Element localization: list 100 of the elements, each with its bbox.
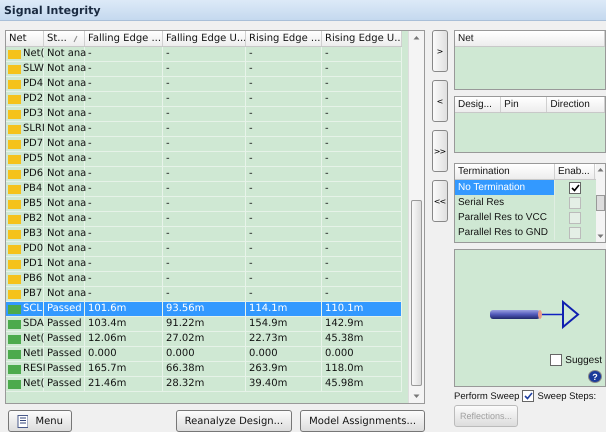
transfer-button[interactable]: > <box>432 30 448 72</box>
table-cell: - <box>88 227 92 241</box>
scroll-thumb[interactable] <box>596 195 605 211</box>
suggest-label: Suggest <box>565 354 602 366</box>
table-cell: Net( <box>23 377 44 391</box>
transfer-button[interactable]: < <box>432 80 448 122</box>
sort-icon <box>72 34 78 42</box>
table-row[interactable]: PB6 Not ana - - - - <box>6 272 402 287</box>
model-assignments-button[interactable]: Model Assignments... <box>300 410 425 432</box>
table-row[interactable]: PD3 Not ana - - - - <box>6 107 402 122</box>
table-row[interactable]: PB2 Not ana - - - - <box>6 212 402 227</box>
termination-option[interactable]: Serial Res <box>455 195 555 210</box>
table-row[interactable]: PD2 Not ana - - - - <box>6 92 402 107</box>
table-cell: Passed <box>47 362 82 376</box>
transfer-button[interactable]: << <box>432 180 448 222</box>
table-cell: - <box>166 167 170 181</box>
table-cell: - <box>249 137 253 151</box>
table-cell: - <box>88 257 92 271</box>
table-cell: - <box>88 242 92 256</box>
scrollbar[interactable] <box>596 164 605 242</box>
scroll-thumb[interactable] <box>411 200 422 386</box>
table-cell: Net( <box>23 332 44 346</box>
termination-option[interactable]: Parallel Res to GND <box>455 225 555 240</box>
table-row[interactable]: Net( Not ana - - - - <box>6 47 402 62</box>
table-cell: - <box>166 197 170 211</box>
reanalyze-button[interactable]: Reanalyze Design... <box>176 410 292 432</box>
table-row[interactable]: PD1 Not ana - - - - <box>6 257 402 272</box>
table-cell: - <box>88 62 92 76</box>
scroll-down-icon <box>597 234 604 239</box>
menu-button[interactable]: Menu <box>8 410 72 432</box>
column-header[interactable]: Direction <box>547 97 605 112</box>
column-header[interactable]: Net <box>455 31 605 46</box>
table-cell: Not ana <box>47 257 86 271</box>
table-row[interactable]: NetI Passed 0.000 0.000 0.000 0.000 <box>6 347 402 362</box>
sweep-steps-label: Sweep Steps: <box>537 390 596 402</box>
table-cell: Passed <box>47 377 82 391</box>
table-row[interactable]: PB3 Not ana - - - - <box>6 227 402 242</box>
enabled-checkbox[interactable] <box>569 226 581 238</box>
table-cell: Not ana <box>47 152 86 166</box>
menu-icon <box>17 414 28 428</box>
table-row[interactable]: Net( Passed 12.06m 27.02m 22.73m 45.38m <box>6 332 402 347</box>
table-row[interactable]: SLW Not ana - - - - <box>6 62 402 77</box>
enabled-checkbox[interactable] <box>569 196 581 208</box>
table-cell: - <box>249 272 253 286</box>
enabled-checkbox[interactable] <box>569 182 581 194</box>
table-cell: PB3 <box>23 227 42 241</box>
column-header[interactable]: Rising Edge ... <box>246 31 322 46</box>
table-cell: - <box>88 272 92 286</box>
transfer-button[interactable]: >> <box>432 130 448 172</box>
table-row[interactable]: PD7 Not ana - - - - <box>6 137 402 152</box>
table-cell: - <box>166 62 170 76</box>
table-row[interactable]: PD6 Not ana - - - - <box>6 167 402 182</box>
table-row[interactable]: SLRI Not ana - - - - <box>6 122 402 137</box>
column-header[interactable]: Enab... <box>555 164 595 179</box>
scroll-down-icon <box>413 394 420 399</box>
table-row[interactable]: RESI Passed 165.7m 66.38m 263.9m 118.0m <box>6 362 402 377</box>
table-cell: - <box>88 182 92 196</box>
table-cell: - <box>88 122 92 136</box>
table-row[interactable]: PD0 Not ana - - - - <box>6 242 402 257</box>
column-header[interactable]: Pin <box>501 97 548 112</box>
table-cell: Passed <box>47 317 82 331</box>
column-header[interactable]: St... <box>44 31 85 46</box>
table-cell: - <box>325 152 329 166</box>
enabled-checkbox[interactable] <box>569 212 581 224</box>
table-cell: SCL <box>23 302 42 316</box>
table-cell: 91.22m <box>166 317 204 331</box>
table-cell: PD2 <box>23 92 44 106</box>
table-cell: - <box>325 137 329 151</box>
table-row[interactable]: SDA Passed 103.4m 91.22m 154.9m 142.9m <box>6 317 402 332</box>
table-cell: 263.9m <box>249 362 288 376</box>
table-row[interactable]: PD5 Not ana - - - - <box>6 152 402 167</box>
column-header[interactable]: Falling Edge ... <box>85 31 163 46</box>
table-cell: Not ana <box>47 92 86 106</box>
table-cell: - <box>249 167 253 181</box>
help-button[interactable]: ? <box>588 370 602 383</box>
table-row[interactable]: Net( Passed 21.46m 28.32m 39.40m 45.98m <box>6 377 402 392</box>
column-header[interactable]: Rising Edge U... <box>322 31 402 46</box>
table-cell: 0.000 <box>166 347 195 361</box>
table-cell: PD4 <box>23 77 44 91</box>
table-cell: - <box>325 122 329 136</box>
column-header[interactable]: Desig... <box>455 97 502 112</box>
table-cell: - <box>88 107 92 121</box>
table-cell: 39.40m <box>249 377 288 391</box>
table-cell: 142.9m <box>325 317 364 331</box>
table-cell: - <box>249 197 253 211</box>
suggest-checkbox[interactable] <box>550 354 562 366</box>
table-row[interactable]: PB5 Not ana - - - - <box>6 197 402 212</box>
window-title: Signal Integrity <box>4 4 101 16</box>
column-header[interactable]: Falling Edge U... <box>163 31 246 46</box>
table-cell: Not ana <box>47 197 86 211</box>
column-header[interactable]: Net <box>6 31 44 46</box>
table-cell: 66.38m <box>166 362 204 376</box>
termination-option[interactable]: Parallel Res to VCC <box>455 210 555 225</box>
table-row[interactable]: PB4 Not ana - - - - <box>6 182 402 197</box>
table-row[interactable]: PD4 Not ana - - - - <box>6 77 402 92</box>
scrollbar[interactable] <box>408 31 424 403</box>
table-cell: - <box>166 122 170 136</box>
perform-sweep-checkbox[interactable] <box>522 390 534 402</box>
table-cell: 154.9m <box>249 317 288 331</box>
column-header[interactable]: Termination <box>455 164 555 179</box>
